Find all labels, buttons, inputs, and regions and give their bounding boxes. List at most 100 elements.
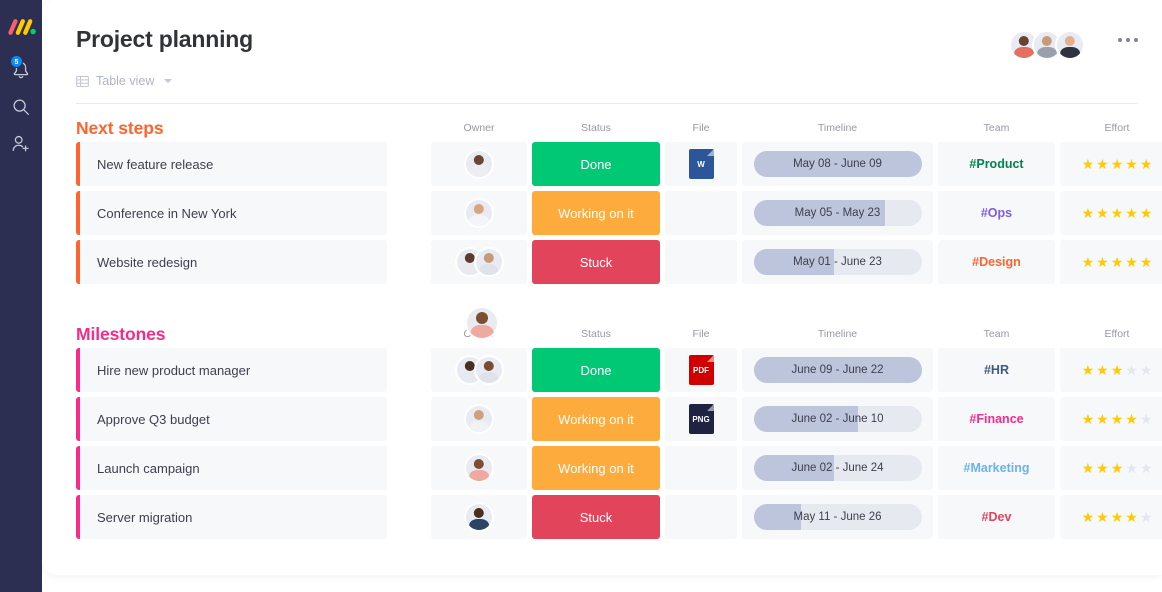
star-icon[interactable]: ★ — [1082, 412, 1095, 426]
star-icon[interactable]: ★ — [1125, 363, 1138, 377]
status-badge[interactable]: Stuck — [532, 495, 660, 539]
column-header-status[interactable]: Status — [556, 122, 636, 134]
effort-rating[interactable]: ★ ★ ★ ★ ★ — [1082, 510, 1153, 524]
floating-owner-avatar[interactable] — [465, 306, 499, 345]
cell-status[interactable]: Working on it — [532, 191, 660, 235]
star-icon[interactable]: ★ — [1096, 206, 1109, 220]
cell-status[interactable]: Stuck — [532, 240, 660, 284]
star-icon[interactable]: ★ — [1096, 461, 1109, 475]
effort-rating[interactable]: ★ ★ ★ ★ ★ — [1082, 461, 1153, 475]
row-title[interactable]: New feature release — [76, 142, 387, 186]
more-options-icon[interactable] — [1118, 38, 1138, 42]
row-title[interactable]: Server migration — [76, 495, 387, 539]
status-badge[interactable]: Done — [532, 142, 660, 186]
cell-effort[interactable]: ★ ★ ★ ★ ★ — [1060, 142, 1162, 186]
png-file-icon[interactable]: PNG — [688, 404, 714, 434]
table-row[interactable]: Server migration Stuck May 11 - June 26 #De… — [42, 495, 1162, 539]
star-icon[interactable]: ★ — [1082, 461, 1095, 475]
star-icon[interactable]: ★ — [1096, 255, 1109, 269]
effort-rating[interactable]: ★ ★ ★ ★ ★ — [1082, 412, 1153, 426]
effort-rating[interactable]: ★ ★ ★ ★ ★ — [1082, 206, 1153, 220]
cell-file[interactable]: PDF — [665, 348, 737, 392]
status-badge[interactable]: Working on it — [532, 397, 660, 441]
table-row[interactable]: Conference in New York Working on it May 0… — [42, 191, 1162, 235]
star-icon[interactable]: ★ — [1082, 363, 1095, 377]
column-header-team[interactable]: Team — [957, 122, 1037, 134]
cell-file[interactable]: W — [665, 142, 737, 186]
avatar[interactable] — [464, 149, 494, 179]
team-tag[interactable]: #Finance — [969, 412, 1023, 426]
owner-avatars[interactable] — [464, 404, 494, 434]
column-header-timeline[interactable]: Timeline — [798, 328, 878, 340]
status-badge[interactable]: Done — [532, 348, 660, 392]
column-header-file[interactable]: File — [661, 122, 741, 134]
cell-owner[interactable] — [431, 240, 527, 284]
table-row[interactable]: Launch campaign Working on it June 02 - Ju… — [42, 446, 1162, 490]
status-badge[interactable]: Working on it — [532, 191, 660, 235]
column-header-timeline[interactable]: Timeline — [798, 122, 878, 134]
cell-team[interactable]: #Marketing — [938, 446, 1055, 490]
avatar[interactable] — [464, 502, 494, 532]
team-tag[interactable]: #Product — [969, 157, 1023, 171]
timeline-bar[interactable]: June 09 - June 22 — [753, 357, 922, 383]
avatar[interactable] — [464, 198, 494, 228]
pdf-file-icon[interactable]: PDF — [688, 355, 714, 385]
star-icon[interactable]: ★ — [1111, 461, 1124, 475]
timeline-bar[interactable]: May 08 - June 09 — [753, 151, 922, 177]
cell-file[interactable] — [665, 446, 737, 490]
star-icon[interactable]: ★ — [1125, 510, 1138, 524]
avatar[interactable] — [473, 247, 504, 277]
star-icon[interactable]: ★ — [1111, 206, 1124, 220]
cell-team[interactable]: #Finance — [938, 397, 1055, 441]
sidebar-item-invite[interactable] — [0, 127, 42, 161]
timeline-bar[interactable]: May 01 - June 23 — [753, 249, 922, 275]
board-members-avatars[interactable] — [1009, 30, 1085, 60]
cell-effort[interactable]: ★ ★ ★ ★ ★ — [1060, 446, 1162, 490]
effort-rating[interactable]: ★ ★ ★ ★ ★ — [1082, 363, 1153, 377]
cell-timeline[interactable]: May 08 - June 09 — [742, 142, 933, 186]
view-selector[interactable]: Table view — [76, 74, 173, 88]
star-icon[interactable]: ★ — [1111, 412, 1124, 426]
timeline-bar[interactable]: June 02 - June 10 — [753, 406, 922, 432]
team-tag[interactable]: #Design — [972, 255, 1021, 269]
star-icon[interactable]: ★ — [1111, 363, 1124, 377]
row-title[interactable]: Conference in New York — [76, 191, 387, 235]
star-icon[interactable]: ★ — [1140, 510, 1153, 524]
avatar[interactable] — [473, 355, 504, 385]
cell-file[interactable] — [665, 240, 737, 284]
star-icon[interactable]: ★ — [1111, 255, 1124, 269]
row-title[interactable]: Approve Q3 budget — [76, 397, 387, 441]
sidebar-item-notifications[interactable]: 5 — [0, 53, 42, 87]
cell-owner[interactable] — [431, 397, 527, 441]
star-icon[interactable]: ★ — [1125, 461, 1138, 475]
cell-team[interactable]: #HR — [938, 348, 1055, 392]
cell-timeline[interactable]: June 09 - June 22 — [742, 348, 933, 392]
cell-owner[interactable] — [431, 495, 527, 539]
timeline-bar[interactable]: June 02 - June 24 — [753, 455, 922, 481]
table-row[interactable]: Website redesign Stuck May 01 - June 23 #De… — [42, 240, 1162, 284]
sidebar-item-search[interactable] — [0, 90, 42, 124]
owner-avatars[interactable] — [464, 149, 494, 179]
star-icon[interactable]: ★ — [1096, 363, 1109, 377]
cell-effort[interactable]: ★ ★ ★ ★ ★ — [1060, 397, 1162, 441]
star-icon[interactable]: ★ — [1082, 206, 1095, 220]
star-icon[interactable]: ★ — [1140, 157, 1153, 171]
star-icon[interactable]: ★ — [1125, 255, 1138, 269]
cell-team[interactable]: #Product — [938, 142, 1055, 186]
cell-status[interactable]: Working on it — [532, 446, 660, 490]
effort-rating[interactable]: ★ ★ ★ ★ ★ — [1082, 157, 1153, 171]
cell-status[interactable]: Stuck — [532, 495, 660, 539]
column-header-effort[interactable]: Effort — [1077, 328, 1157, 340]
star-icon[interactable]: ★ — [1140, 461, 1153, 475]
star-icon[interactable]: ★ — [1096, 157, 1109, 171]
owner-avatars[interactable] — [454, 247, 504, 277]
row-title[interactable]: Website redesign — [76, 240, 387, 284]
star-icon[interactable]: ★ — [1111, 157, 1124, 171]
cell-owner[interactable] — [431, 446, 527, 490]
cell-timeline[interactable]: May 11 - June 26 — [742, 495, 933, 539]
avatar[interactable] — [464, 404, 494, 434]
star-icon[interactable]: ★ — [1111, 510, 1124, 524]
star-icon[interactable]: ★ — [1096, 412, 1109, 426]
cell-timeline[interactable]: June 02 - June 24 — [742, 446, 933, 490]
cell-team[interactable]: #Design — [938, 240, 1055, 284]
